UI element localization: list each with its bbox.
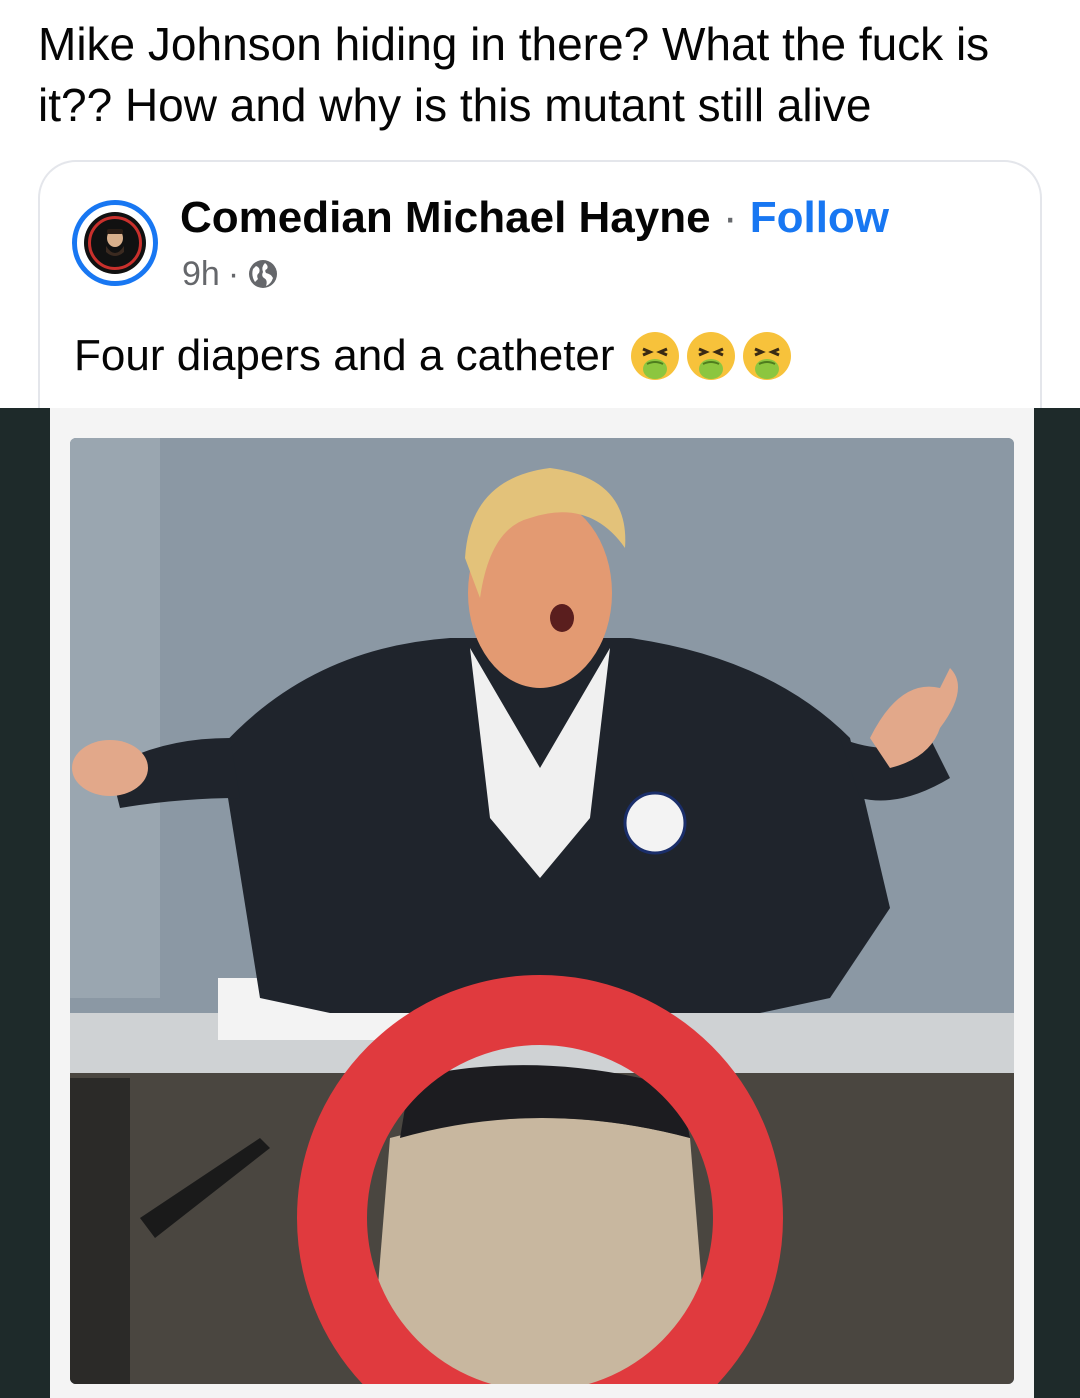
post-text-row: Four diapers and a catheter	[74, 328, 793, 384]
meta-separator: ·	[227, 255, 240, 293]
post-time[interactable]: 9h	[182, 254, 220, 294]
emoji-group	[629, 330, 793, 382]
author-name[interactable]: Comedian Michael Hayne	[180, 193, 711, 242]
post-caption: Mike Johnson hiding in there? What the f…	[38, 18, 990, 131]
post-text: Four diapers and a catheter	[74, 331, 615, 380]
post-photo[interactable]	[70, 438, 1014, 1384]
author-row: Comedian Michael Hayne · Follow	[180, 192, 889, 244]
photo-illustration	[70, 438, 1014, 1384]
nauseated-face-icon	[686, 332, 735, 380]
nauseated-face-icon	[742, 332, 791, 380]
separator-dot: ·	[710, 193, 750, 242]
post-meta: 9h ·	[182, 254, 279, 294]
photo-frame	[50, 408, 1034, 1398]
photo-container	[0, 408, 1080, 1398]
shared-post-card[interactable]: Comedian Michael Hayne · Follow 9h · Fou…	[38, 160, 1042, 420]
follow-button[interactable]: Follow	[750, 193, 889, 242]
author-avatar[interactable]	[72, 200, 158, 286]
avatar-logo-icon	[84, 212, 146, 274]
nauseated-face-icon	[630, 332, 679, 380]
globe-icon	[249, 260, 278, 288]
